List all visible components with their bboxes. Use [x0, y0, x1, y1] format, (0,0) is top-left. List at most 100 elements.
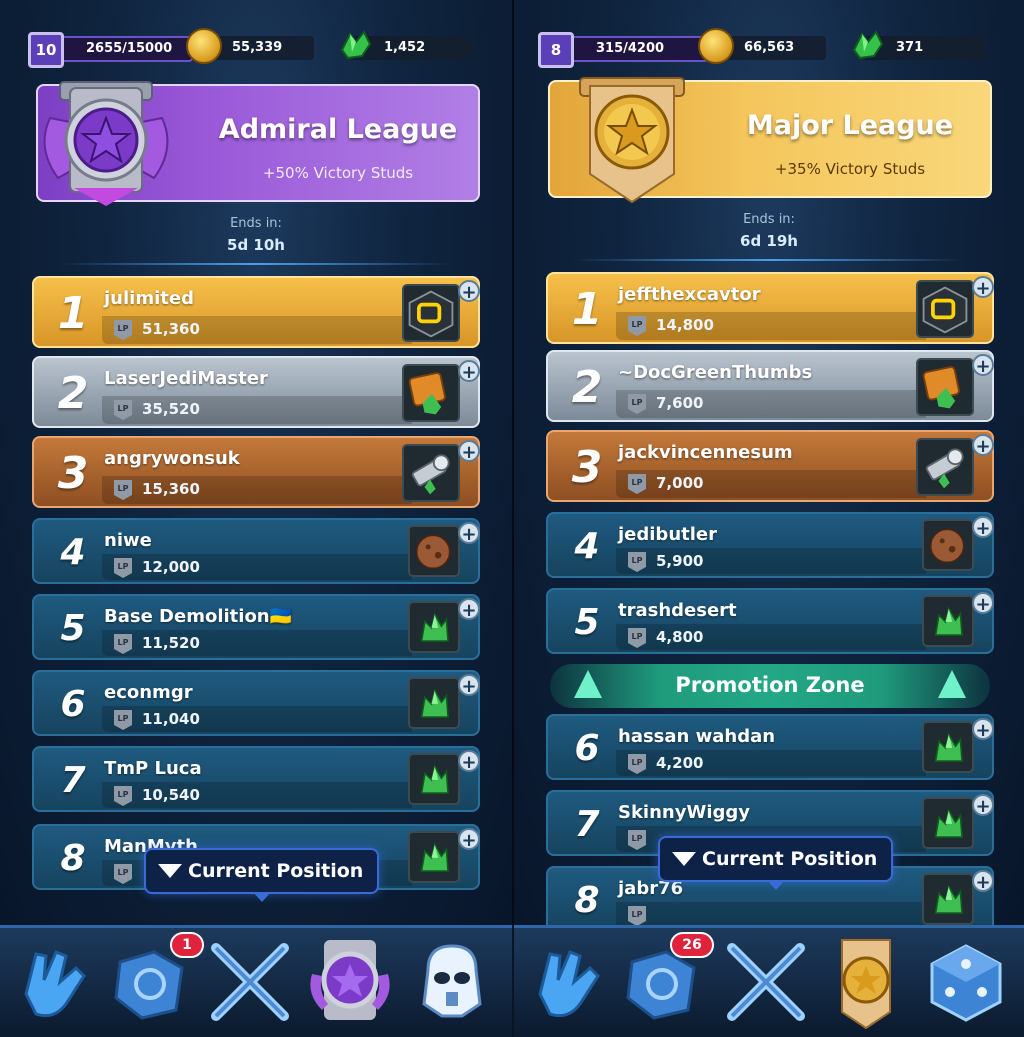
league-points: LP 4,800: [616, 624, 926, 650]
divider: [60, 263, 452, 265]
nav-league-icon[interactable]: [302, 934, 398, 1030]
current-position-label: Current Position: [702, 848, 878, 870]
current-position-button[interactable]: Current Position: [144, 848, 380, 902]
plus-icon[interactable]: +: [458, 674, 480, 697]
ends-in-value: 5d 10h: [227, 236, 285, 254]
nav-battle-icon[interactable]: [202, 934, 298, 1030]
plus-icon[interactable]: +: [458, 828, 480, 851]
crystal-icon[interactable]: [922, 797, 974, 849]
nav-rewards-hand-icon[interactable]: [6, 934, 102, 1030]
leaderboard-row[interactable]: 2 ~DocGreenThumbs LP 7,600 +: [546, 350, 994, 422]
leaderboard-row[interactable]: 1 jeffthexcavtor LP 14,800 +: [546, 272, 994, 344]
leaderboard-row[interactable]: 4 niwe LP 12,000 +: [32, 518, 480, 584]
player-name: LaserJediMaster: [104, 368, 268, 389]
leaderboard-row[interactable]: 3 angrywonsuk LP 15,360 +: [32, 436, 480, 508]
points-value: 7,000: [656, 474, 704, 492]
points-value: 12,000: [142, 558, 200, 576]
major-league-emblem-icon: [556, 74, 716, 204]
rank-number: 2: [57, 368, 89, 419]
player-name: jackvincennesum: [618, 442, 793, 463]
plus-icon[interactable]: +: [458, 360, 480, 383]
crystal-icon[interactable]: [408, 753, 460, 805]
lp-icon: LP: [114, 320, 132, 340]
rank-number: 8: [574, 880, 600, 921]
plus-icon[interactable]: +: [458, 440, 480, 463]
plus-icon[interactable]: +: [972, 718, 994, 741]
up-arrow-icon: [938, 670, 966, 698]
plus-icon[interactable]: +: [972, 794, 994, 817]
rock-icon[interactable]: [408, 525, 460, 577]
crystal-icon[interactable]: [922, 721, 974, 773]
xp-text: 315/4200: [596, 41, 665, 56]
plus-icon[interactable]: +: [972, 516, 994, 539]
plus-icon[interactable]: +: [972, 592, 994, 615]
plus-icon[interactable]: +: [972, 276, 994, 299]
nav-battle-icon[interactable]: [718, 934, 814, 1030]
crystal-icon[interactable]: [922, 873, 974, 925]
league-points: LP 7,000: [616, 470, 926, 498]
lp-icon: LP: [114, 634, 132, 654]
plus-icon[interactable]: +: [458, 598, 480, 621]
chevron-down-icon: [672, 852, 696, 866]
leaderboard-row[interactable]: 5 trashdesert LP 4,800 +: [546, 588, 994, 654]
leaderboard-row[interactable]: 4 jedibutler LP 5,900 +: [546, 512, 994, 578]
crate-icon[interactable]: [916, 358, 974, 416]
player-name: jedibutler: [618, 524, 717, 545]
leaderboard-row[interactable]: 2 LaserJediMaster LP 35,520 +: [32, 356, 480, 428]
rank-number: 3: [57, 448, 89, 499]
league-points: LP 51,360: [102, 316, 412, 344]
part-icon[interactable]: [916, 438, 974, 496]
crystal-icon[interactable]: [408, 601, 460, 653]
league-banner[interactable]: Admiral League +50% Victory Studs: [36, 81, 480, 206]
nav-stormtrooper-icon[interactable]: [404, 934, 500, 1030]
plus-icon[interactable]: +: [458, 522, 480, 545]
rank-number: 5: [574, 602, 600, 643]
rank-number: 6: [60, 684, 86, 725]
player-name: hassan wahdan: [618, 726, 776, 747]
cube-icon[interactable]: [402, 284, 460, 342]
plus-icon[interactable]: +: [972, 354, 994, 377]
lp-icon: LP: [628, 394, 646, 414]
nav-rewards-hand-icon[interactable]: [520, 934, 616, 1030]
league-points: LP 11,520: [102, 630, 412, 656]
plus-icon[interactable]: +: [458, 280, 480, 303]
ends-in-value: 6d 19h: [740, 232, 798, 250]
crystal-currency-icon: [850, 28, 884, 60]
stud-coin-icon: [698, 28, 734, 64]
leaderboard-row[interactable]: 6 econmgr LP 11,040 +: [32, 670, 480, 736]
rock-icon[interactable]: [922, 519, 974, 571]
promotion-zone-divider: Promotion Zone: [550, 664, 990, 708]
rank-number: 2: [571, 362, 603, 413]
points-value: 7,600: [656, 394, 704, 412]
leaderboard-row[interactable]: 5 Base Demolition🇺🇦 LP 11,520 +: [32, 594, 480, 660]
crate-icon[interactable]: [402, 364, 460, 422]
nav-dice-icon[interactable]: [918, 934, 1014, 1030]
leaderboard-row[interactable]: 3 jackvincennesum LP 7,000 +: [546, 430, 994, 502]
player-level-badge: 8: [538, 32, 574, 68]
league-banner[interactable]: Major League +35% Victory Studs: [548, 77, 992, 204]
xp-bar: 2655/15000: [58, 36, 193, 62]
plus-icon[interactable]: +: [972, 870, 994, 893]
part-icon[interactable]: [402, 444, 460, 502]
lp-icon: LP: [628, 906, 646, 925]
league-points: LP 4,200: [616, 750, 926, 776]
plus-icon[interactable]: +: [972, 434, 994, 457]
points-value: 14,800: [656, 316, 714, 334]
plus-icon[interactable]: +: [458, 750, 480, 773]
leaderboard-row[interactable]: 7 TmP Luca LP 10,540 +: [32, 746, 480, 812]
lp-icon: LP: [114, 400, 132, 420]
leaderboard-row[interactable]: 6 hassan wahdan LP 4,200 +: [546, 714, 994, 780]
notification-badge: 1: [170, 932, 204, 958]
notification-badge: 26: [670, 932, 714, 958]
nav-league-icon[interactable]: [818, 934, 914, 1030]
cube-icon[interactable]: [916, 280, 974, 338]
crystal-icon[interactable]: [922, 595, 974, 647]
league-title: Admiral League: [218, 114, 458, 145]
current-position-button[interactable]: Current Position: [658, 836, 894, 890]
crystal-icon[interactable]: [408, 831, 460, 883]
league-points: LP 5,900: [616, 548, 926, 574]
lp-icon: LP: [628, 552, 646, 572]
points-value: 35,520: [142, 400, 200, 418]
leaderboard-row[interactable]: 1 julimited LP 51,360 +: [32, 276, 480, 348]
crystal-icon[interactable]: [408, 677, 460, 729]
